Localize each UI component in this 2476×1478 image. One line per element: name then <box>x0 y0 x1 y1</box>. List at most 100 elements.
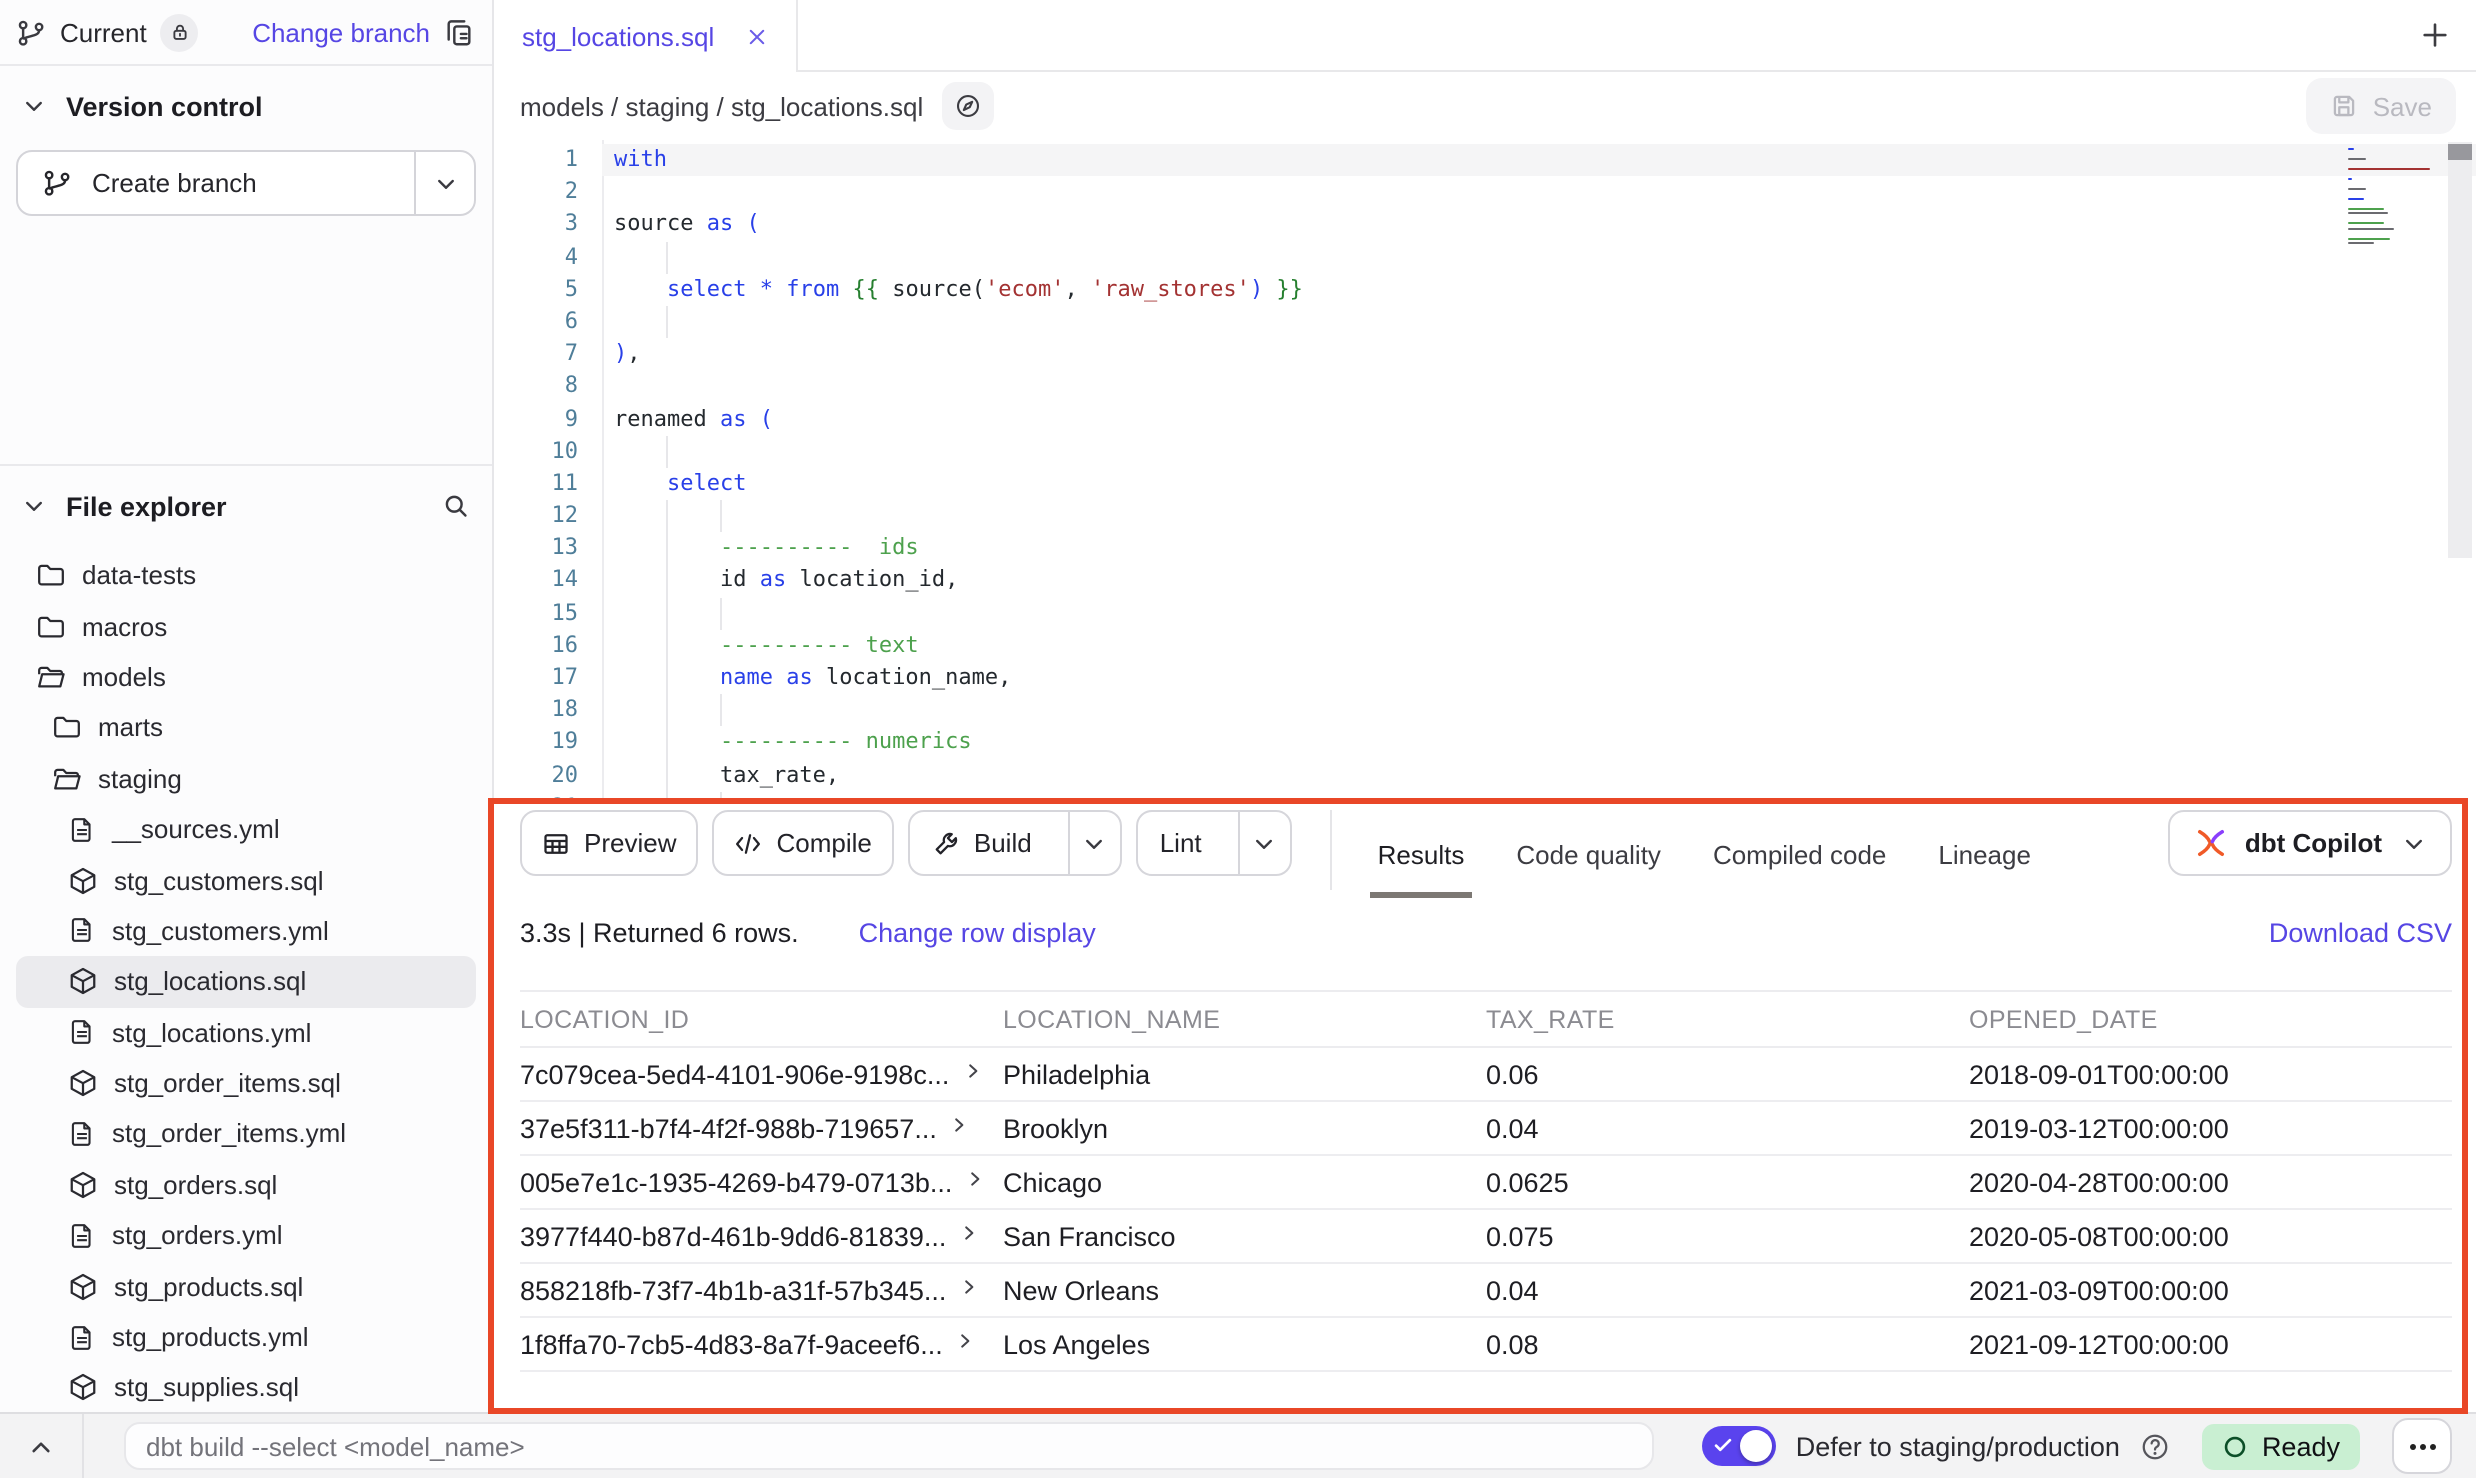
expand-cell-button[interactable] <box>957 1331 975 1349</box>
editor-minimap[interactable] <box>2348 148 2438 252</box>
git-branch-icon <box>16 17 46 47</box>
code-text[interactable]: renamed as ( <box>602 403 2476 435</box>
copy-commit-icon[interactable] <box>444 17 474 47</box>
create-branch-button[interactable]: Create branch <box>18 152 414 214</box>
close-tab-icon[interactable] <box>746 25 768 47</box>
code-text[interactable] <box>602 597 2476 629</box>
preview-button[interactable]: Preview <box>520 810 699 876</box>
code-text[interactable] <box>602 306 2476 338</box>
navigate-compass-button[interactable] <box>941 82 993 130</box>
scrollbar-handle[interactable] <box>2448 144 2472 160</box>
explorer-item-stg-locations-sql[interactable]: stg_locations.sql <box>16 956 476 1007</box>
explorer-item-data-tests[interactable]: data-tests <box>16 550 476 601</box>
results-status-line: 3.3s | Returned 6 rows. Change row displ… <box>520 918 2452 948</box>
create-branch-caret-button[interactable] <box>414 152 474 214</box>
dbt-copilot-button[interactable]: dbt Copilot <box>2169 810 2452 876</box>
table-row: 858218fb-73f7-4b1b-a31f-57b345...New Orl… <box>520 1263 2452 1317</box>
more-options-button[interactable] <box>2392 1418 2452 1474</box>
code-text[interactable] <box>602 500 2476 532</box>
indent-guide <box>720 500 722 532</box>
file-label: stg_customers.yml <box>112 916 329 946</box>
status-ready-badge[interactable]: Ready <box>2202 1423 2360 1469</box>
panel-tab-results[interactable]: Results <box>1352 810 1491 898</box>
explorer-item-stg-customers-sql[interactable]: stg_customers.sql <box>16 855 476 906</box>
explorer-item-stg-orders-sql[interactable]: stg_orders.sql <box>16 1159 476 1210</box>
table-cell: 2021-09-12T00:00:00 <box>1969 1317 2452 1371</box>
compile-button[interactable]: Compile <box>713 810 894 876</box>
code-text[interactable]: name as location_name, <box>602 662 2476 694</box>
new-tab-button[interactable] <box>2392 0 2476 70</box>
search-icon[interactable] <box>442 492 470 520</box>
download-csv-link[interactable]: Download CSV <box>2269 918 2452 948</box>
explorer-item-stg-order-items-sql[interactable]: stg_order_items.sql <box>16 1058 476 1109</box>
explorer-item-staging[interactable]: staging <box>16 753 476 804</box>
code-text[interactable]: ---------- text <box>602 630 2476 662</box>
code-text[interactable] <box>602 435 2476 467</box>
code-text[interactable] <box>602 241 2476 273</box>
change-branch-link[interactable]: Change branch <box>252 17 430 47</box>
explorer-item-stg-products-yml[interactable]: stg_products.yml <box>16 1312 476 1363</box>
circle-status-icon <box>2222 1433 2248 1459</box>
lint-options-caret[interactable] <box>1238 812 1290 874</box>
folder-open-icon <box>36 662 66 692</box>
explorer-item-stg-order-items-yml[interactable]: stg_order_items.yml <box>16 1109 476 1160</box>
save-button[interactable]: Save <box>2307 78 2456 134</box>
command-input[interactable] <box>124 1422 1654 1470</box>
code-text[interactable]: ), <box>602 338 2476 370</box>
line-number: 12 <box>494 500 602 532</box>
code-text[interactable]: tax_rate, <box>602 759 2476 791</box>
lint-button[interactable]: Lint <box>1138 812 1224 874</box>
explorer-item-stg-supplies-sql[interactable]: stg_supplies.sql <box>16 1363 476 1413</box>
code-text[interactable]: with <box>602 144 2476 176</box>
explorer-item-macros[interactable]: macros <box>16 601 476 652</box>
expand-cell-button[interactable] <box>960 1277 978 1295</box>
explorer-item-stg-orders-yml[interactable]: stg_orders.yml <box>16 1210 476 1261</box>
code-text[interactable] <box>602 792 2476 799</box>
code-text[interactable]: ---------- numerics <box>602 727 2476 759</box>
panel-tab-compiled-code[interactable]: Compiled code <box>1687 810 1912 898</box>
help-icon[interactable] <box>2140 1431 2170 1461</box>
explorer-item-sources-yml[interactable]: __sources.yml <box>16 804 476 855</box>
version-control-header[interactable]: Version control <box>0 66 492 146</box>
code-text[interactable] <box>602 176 2476 208</box>
table-cell: 0.04 <box>1486 1263 1969 1317</box>
explorer-item-marts[interactable]: marts <box>16 702 476 753</box>
indent-guide <box>667 435 669 467</box>
table-cell: 0.08 <box>1486 1317 1969 1371</box>
code-editor[interactable]: 1with23source as (45 select * from {{ so… <box>494 140 2476 798</box>
explorer-item-stg-products-sql[interactable]: stg_products.sql <box>16 1261 476 1312</box>
code-line-6: 6 <box>494 306 2476 338</box>
file-icon <box>68 815 96 843</box>
indent-guide <box>720 597 722 629</box>
code-text[interactable]: select <box>602 468 2476 500</box>
expand-cell-button[interactable] <box>966 1169 984 1187</box>
version-control-title: Version control <box>66 91 263 121</box>
code-text[interactable] <box>602 694 2476 726</box>
defer-toggle[interactable] <box>1702 1426 1776 1466</box>
code-text[interactable]: source as ( <box>602 209 2476 241</box>
panel-tab-lineage[interactable]: Lineage <box>1912 810 2057 898</box>
build-options-caret[interactable] <box>1068 812 1120 874</box>
code-text[interactable] <box>602 371 2476 403</box>
change-row-display-link[interactable]: Change row display <box>859 918 1096 948</box>
expand-cell-button[interactable] <box>960 1223 978 1241</box>
expand-cell-button[interactable] <box>951 1115 969 1133</box>
tab-stg-locations-sql[interactable]: stg_locations.sql <box>494 0 798 72</box>
model-cube-icon <box>68 1068 98 1098</box>
line-number: 16 <box>494 630 602 662</box>
expand-cell-button[interactable] <box>963 1061 981 1079</box>
explorer-item-models[interactable]: models <box>16 652 476 703</box>
code-line-10: 10 <box>494 435 2476 467</box>
build-button[interactable]: Build <box>910 812 1054 874</box>
collapse-panel-button[interactable] <box>0 1414 84 1478</box>
code-text[interactable]: id as location_id, <box>602 565 2476 597</box>
editor-scrollbar[interactable] <box>2448 142 2472 558</box>
panel-tab-code-quality[interactable]: Code quality <box>1490 810 1687 898</box>
code-text[interactable]: select * from {{ source('ecom', 'raw_sto… <box>602 274 2476 306</box>
code-text[interactable]: ---------- ids <box>602 533 2476 565</box>
file-explorer-header[interactable]: File explorer <box>0 466 492 546</box>
table-row: 37e5f311-b7f4-4f2f-988b-719657...Brookly… <box>520 1101 2452 1155</box>
explorer-item-stg-locations-yml[interactable]: stg_locations.yml <box>16 1007 476 1058</box>
explorer-item-stg-customers-yml[interactable]: stg_customers.yml <box>16 905 476 956</box>
file-explorer-section: File explorer data-testsmacrosmodelsmart… <box>0 466 492 1412</box>
